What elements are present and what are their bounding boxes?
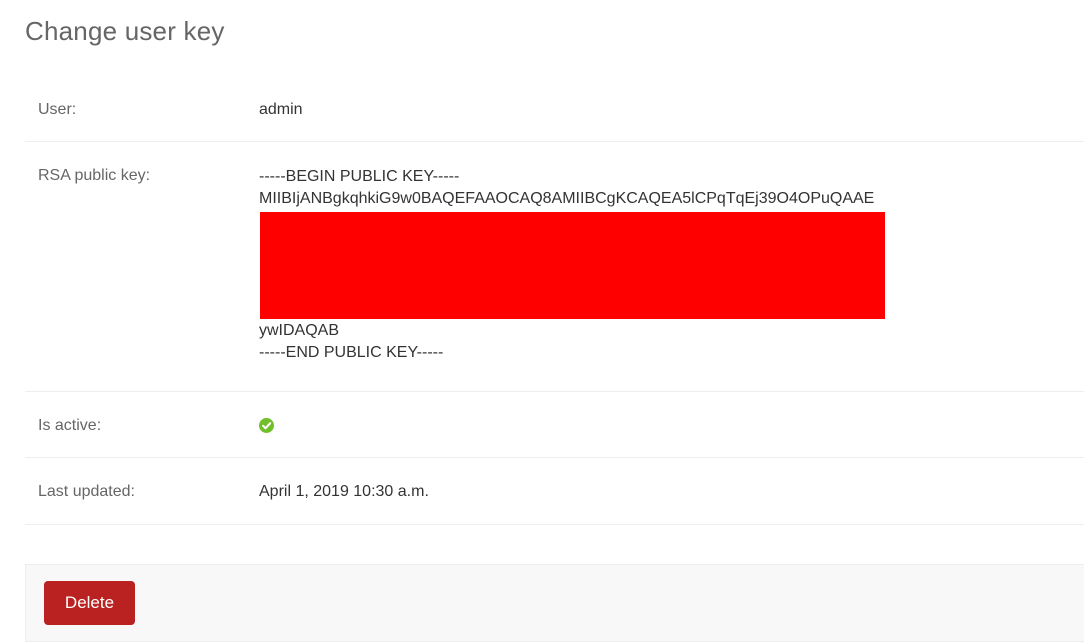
check-circle-icon — [259, 418, 274, 433]
page-title: Change user key — [25, 16, 225, 46]
public-key-begin-line: -----BEGIN PUBLIC KEY----- — [259, 168, 460, 185]
change-user-key-page: Change user key User: admin RSA public k… — [0, 0, 1084, 643]
form-row-last-updated: Last updated: April 1, 2019 10:30 a.m. — [25, 458, 1084, 525]
last-updated-value: April 1, 2019 10:30 a.m. — [259, 483, 429, 500]
public-key-label: RSA public key: — [38, 167, 151, 184]
redaction-box — [260, 212, 885, 319]
delete-button[interactable]: Delete — [44, 581, 135, 625]
user-value: admin — [259, 101, 303, 118]
submit-row: Delete — [25, 564, 1084, 642]
form-row-user: User: admin — [25, 76, 1084, 142]
form-row-is-active: Is active: — [25, 392, 1084, 458]
last-updated-label: Last updated: — [38, 483, 135, 500]
public-key-line: MIIBIjANBgkqhkiG9w0BAQEFAAOCAQ8AMIIBCgKC… — [259, 190, 875, 207]
public-key-end-line: -----END PUBLIC KEY----- — [259, 344, 444, 361]
public-key-last-line: ywIDAQAB — [259, 322, 340, 339]
is-active-label: Is active: — [38, 417, 102, 434]
form-row-public-key: RSA public key: -----BEGIN PUBLIC KEY---… — [25, 142, 1084, 392]
user-label: User: — [38, 101, 77, 118]
